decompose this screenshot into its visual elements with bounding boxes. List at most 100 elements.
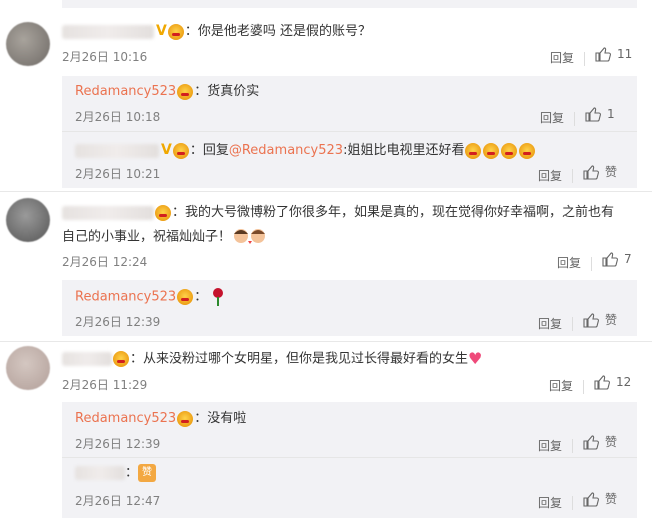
- reply-time: 2月26日 10:21: [75, 167, 161, 181]
- reply-body: Redamancy523 ：没有啦: [75, 410, 246, 428]
- reply-button[interactable]: 回复: [550, 49, 574, 66]
- heart-icon: ♥: [468, 349, 483, 368]
- avatar[interactable]: [6, 346, 50, 390]
- laugh-cry-emoji-icon: [501, 142, 518, 159]
- reply-text: ：没有啦: [194, 411, 247, 426]
- zan-sticker-icon: 赞: [138, 464, 157, 482]
- vip-crown-icon: [167, 23, 184, 40]
- vip-crown-icon: [177, 410, 194, 427]
- avatar[interactable]: [6, 22, 50, 66]
- reply-button[interactable]: 回复: [549, 377, 573, 394]
- like-button[interactable]: 11: [595, 46, 632, 62]
- divider: [0, 191, 652, 192]
- reply-body: ：赞: [75, 464, 157, 483]
- couple-sticker-icon: [234, 229, 266, 244]
- comment-time: 2月26日 10:16: [62, 50, 148, 64]
- blurred-username[interactable]: [75, 143, 159, 158]
- rose-icon: [211, 288, 225, 306]
- reply-body: Redamancy523 ：: [75, 288, 225, 307]
- comment-text: 自己的小事业，祝福灿灿子！: [62, 229, 232, 245]
- reply-body: V ：回复@Redamancy523:姐姐比电视里还好看: [75, 141, 536, 160]
- blurred-username[interactable]: [62, 352, 112, 366]
- reply-button[interactable]: 回复: [557, 254, 581, 271]
- like-button[interactable]: 12: [594, 374, 631, 390]
- vip-crown-icon: [177, 289, 194, 305]
- comment-actions: 回复 7: [557, 251, 632, 271]
- divider: [572, 317, 574, 331]
- divider: [584, 51, 586, 66]
- reply-actions: 回复 赞: [538, 490, 617, 511]
- comment-time: 2月26日 12:24: [62, 255, 148, 269]
- reply-text: ：货真价实: [194, 84, 260, 99]
- reply-text: ：: [125, 465, 139, 481]
- vip-crown-icon: [172, 142, 189, 159]
- blurred-username[interactable]: [75, 466, 125, 480]
- divider: [574, 111, 576, 126]
- vip-crown-icon: [177, 83, 194, 100]
- reply-text: :姐姐比电视里还好看: [343, 143, 465, 158]
- reply-prefix: ：回复: [189, 143, 229, 158]
- like-button[interactable]: 1: [585, 106, 615, 122]
- comment-text: ：你是他老婆吗 还是假的账号？: [184, 24, 371, 39]
- like-button[interactable]: 7: [602, 251, 632, 267]
- v-badge-icon: V: [161, 142, 172, 158]
- comment-body: V ：你是他老婆吗 还是假的账号？: [62, 22, 371, 41]
- thumbs-up-icon: [595, 47, 611, 62]
- avatar[interactable]: [6, 198, 50, 242]
- reply-time: 2月26日 12:39: [75, 315, 161, 329]
- divider: [572, 496, 574, 510]
- thumbs-up-icon: [585, 107, 601, 122]
- comment-actions: 回复 12: [549, 374, 631, 394]
- comment-body-line2: 自己的小事业，祝福灿灿子！: [62, 228, 269, 247]
- laugh-cry-emoji-icon: [519, 142, 536, 159]
- reply-actions: 回复 赞: [538, 163, 617, 184]
- reply-time: 2月26日 12:47: [75, 494, 161, 508]
- reply-author-link[interactable]: Redamancy523: [75, 290, 176, 305]
- divider: [583, 379, 585, 394]
- comment-feed: V ：你是他老婆吗 还是假的账号？ 2月26日 10:16 回复 11 Redama…: [0, 0, 652, 518]
- thumbs-up-icon: [583, 312, 599, 328]
- vip-crown-icon: [113, 351, 129, 367]
- laugh-cry-emoji-icon: [465, 142, 482, 159]
- like-button[interactable]: 赞: [583, 311, 617, 328]
- divider: [62, 131, 637, 132]
- previous-reply-box-edge: [62, 0, 637, 8]
- comment-body: ：从来没粉过哪个女明星，但你是我见过长得最好看的女生♥: [62, 350, 482, 369]
- comment-actions: 回复 11: [550, 46, 632, 66]
- reply-time: 2月26日 10:18: [75, 110, 161, 124]
- mention-link[interactable]: @Redamancy523: [229, 143, 343, 158]
- comment-text: ：我的大号微博粉了你很多年，如果是真的，现在觉得你好幸福啊，之前也有: [172, 205, 615, 220]
- reply-text: ：: [194, 289, 208, 305]
- reply-body: Redamancy523 ：货真价实: [75, 83, 259, 101]
- reply-button[interactable]: 回复: [538, 315, 562, 332]
- thumbs-up-icon: [594, 375, 610, 390]
- divider: [572, 439, 574, 453]
- reply-actions: 回复 赞: [538, 311, 617, 332]
- divider: [0, 341, 652, 342]
- reply-button[interactable]: 回复: [538, 167, 562, 184]
- reply-button[interactable]: 回复: [538, 494, 562, 511]
- comment-text: ：从来没粉过哪个女明星，但你是我见过长得最好看的女生: [130, 351, 469, 367]
- comment-time: 2月26日 11:29: [62, 378, 148, 392]
- thumbs-up-icon: [583, 164, 599, 180]
- reply-button[interactable]: 回复: [538, 437, 562, 454]
- reply-actions: 回复 赞: [538, 433, 617, 454]
- blurred-username[interactable]: [62, 205, 154, 220]
- comment-body: ：我的大号微博粉了你很多年，如果是真的，现在觉得你好幸福啊，之前也有: [62, 204, 614, 222]
- thumbs-up-icon: [583, 491, 599, 507]
- like-button[interactable]: 赞: [583, 433, 617, 450]
- reply-actions: 回复 1: [540, 106, 615, 126]
- thumbs-up-icon: [602, 252, 618, 267]
- reply-author-link[interactable]: Redamancy523: [75, 84, 176, 99]
- vip-crown-icon: [155, 204, 171, 221]
- reply-button[interactable]: 回复: [540, 109, 564, 126]
- reply-author-link[interactable]: Redamancy523: [75, 411, 176, 426]
- blurred-username[interactable]: [62, 24, 154, 39]
- thumbs-up-icon: [583, 434, 599, 450]
- reply-time: 2月26日 12:39: [75, 437, 161, 451]
- divider: [591, 256, 593, 271]
- like-button[interactable]: 赞: [583, 490, 617, 507]
- v-badge-icon: V: [156, 23, 167, 39]
- like-button[interactable]: 赞: [583, 163, 617, 180]
- laugh-cry-emoji-icon: [483, 142, 500, 159]
